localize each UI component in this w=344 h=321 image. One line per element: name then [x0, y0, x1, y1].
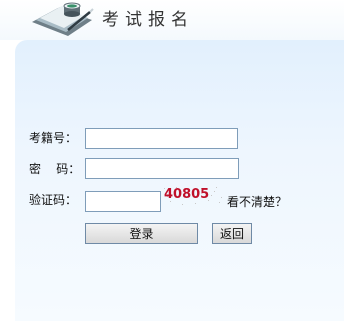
- form-panel: [15, 40, 344, 321]
- password-input[interactable]: [85, 158, 239, 179]
- captcha-image[interactable]: 40805: [162, 185, 224, 207]
- refresh-captcha-link[interactable]: 看不清楚？: [227, 195, 287, 209]
- registration-page: 考试报名 考籍号： 密 码： 验证码： 40805 看不清楚？ 登录 返回: [0, 0, 344, 321]
- captcha-input[interactable]: [85, 191, 161, 212]
- back-button[interactable]: 返回: [212, 223, 252, 244]
- page-header: 考试报名: [0, 0, 344, 40]
- page-title: 考试报名: [102, 10, 194, 30]
- exam-id-input[interactable]: [85, 128, 238, 149]
- stationery-icon: [32, 2, 94, 36]
- captcha-label: 验证码：: [29, 193, 78, 207]
- password-label: 密 码：: [29, 162, 81, 176]
- captcha-text: 40805: [164, 187, 209, 202]
- exam-id-label: 考籍号：: [29, 131, 78, 145]
- login-button[interactable]: 登录: [85, 223, 198, 244]
